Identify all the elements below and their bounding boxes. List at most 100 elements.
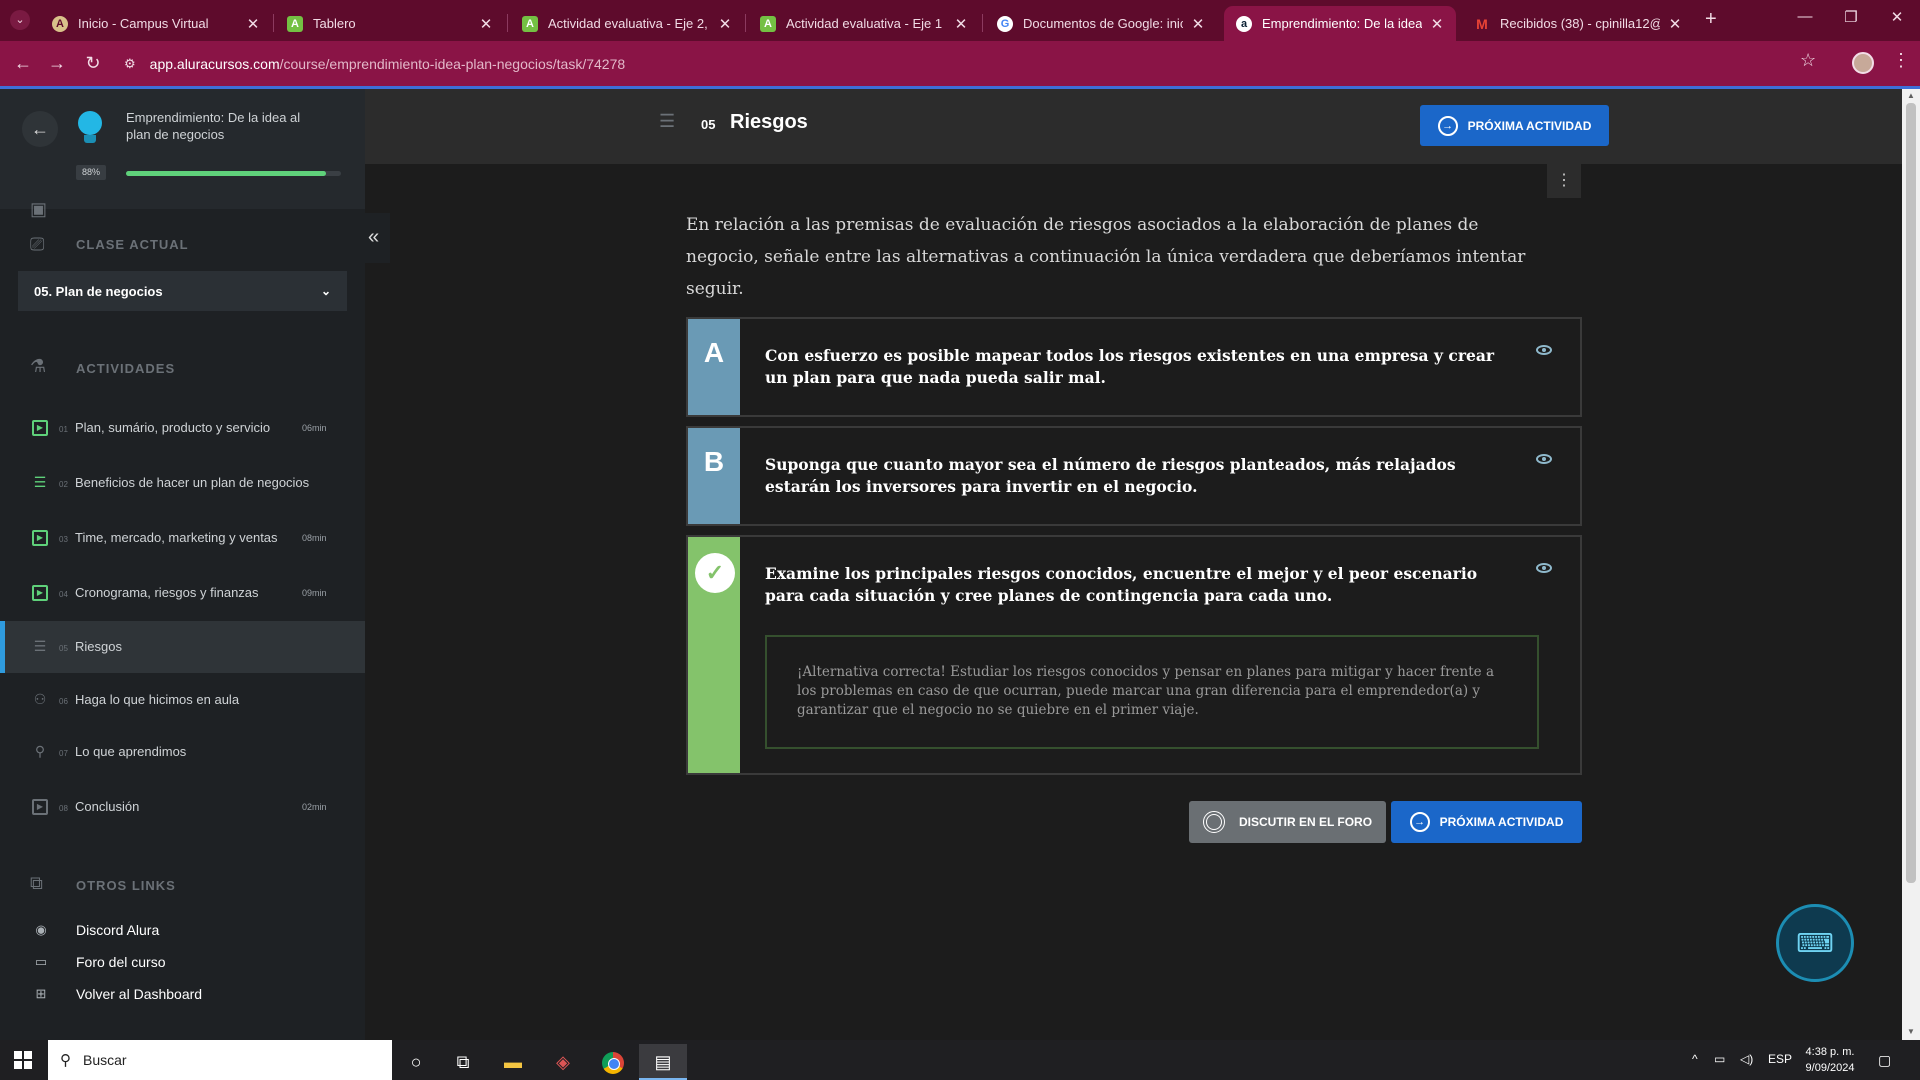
link-dashboard[interactable]: ⊞ Volver al Dashboard — [0, 983, 365, 1011]
tab-search-icon[interactable]: ⌄ — [10, 10, 30, 30]
activity-item[interactable]: ▶ 01 Plan, sumário, producto y servicio … — [0, 402, 365, 454]
windows-start-icon[interactable] — [14, 1051, 32, 1069]
list-icon: ☰ — [33, 638, 47, 654]
alternative-c-correct[interactable]: ✓ Examine los principales riesgos conoci… — [686, 535, 1582, 775]
browser-tab[interactable]: A Actividad evaluativa - Eje 2, Spe ✕ — [510, 6, 744, 41]
notifications-icon[interactable]: ▢ — [1878, 1052, 1891, 1069]
activity-item-selected[interactable]: ☰ 05 Riesgos — [0, 621, 365, 673]
checkmark-icon: ✓ — [695, 553, 735, 593]
file-explorer-icon[interactable]: ▬ — [489, 1044, 537, 1080]
close-icon[interactable]: ✕ — [1666, 15, 1684, 33]
close-icon[interactable]: ✕ — [1428, 15, 1446, 33]
tab-title: Tablero — [313, 16, 356, 31]
browser-tab[interactable]: G Documentos de Google: inicio d ✕ — [985, 6, 1217, 41]
scroll-thumb[interactable] — [1906, 103, 1916, 883]
browser-tab-active[interactable]: a Emprendimiento: De la idea al p ✕ — [1224, 6, 1456, 41]
close-icon[interactable]: ✕ — [952, 15, 970, 33]
new-tab-icon[interactable]: + — [1705, 8, 1717, 31]
bookmark-star-icon[interactable]: ☆ — [1800, 50, 1816, 71]
lightbulb-base — [84, 135, 96, 143]
more-options-icon[interactable]: ⋮ — [1547, 164, 1581, 198]
chevron-down-icon: ⌄ — [320, 284, 331, 298]
activity-label: Riesgos — [75, 639, 122, 654]
browser-tab[interactable]: A Actividad evaluativa - Eje 1 (par ✕ — [748, 6, 980, 41]
activity-duration: 08min — [302, 533, 327, 543]
window-close-icon[interactable]: ✕ — [1874, 8, 1920, 26]
alternative-letter: B — [688, 428, 740, 524]
network-icon[interactable]: ▭ — [1714, 1052, 1725, 1066]
close-icon[interactable]: ✕ — [244, 15, 262, 33]
address-bar[interactable]: ⚙ app.aluracursos.com/course/emprendimie… — [124, 48, 1824, 79]
activity-item[interactable]: ⚲ 07 Lo que aprendimos — [0, 726, 365, 778]
page-scrollbar[interactable]: ▲ ▼ — [1902, 89, 1920, 1040]
active-app-icon[interactable]: ▤ — [639, 1044, 687, 1080]
collapse-sidebar-icon[interactable]: « — [357, 213, 390, 263]
eye-icon[interactable] — [1536, 563, 1552, 573]
current-class-dropdown[interactable]: 05. Plan de negocios ⌄ — [18, 271, 347, 311]
profile-avatar[interactable] — [1852, 52, 1874, 74]
learned-icon: ⚲ — [34, 743, 46, 759]
browser-tab[interactable]: A Inicio - Campus Virtual ✕ — [40, 6, 272, 41]
system-clock[interactable]: 4:38 p. m. 9/09/2024 — [1800, 1044, 1860, 1076]
alternative-a[interactable]: A Con esfuerzo es posible mapear todos l… — [686, 317, 1582, 417]
vpn-app-icon[interactable]: ◈ — [539, 1044, 587, 1080]
task-view-icon[interactable]: ⧉ — [439, 1044, 487, 1080]
button-label: PRÓXIMA ACTIVIDAD — [1439, 815, 1564, 829]
activity-item[interactable]: ▶ 04 Cronograma, riesgos y finanzas 09mi… — [0, 567, 365, 619]
volume-icon[interactable]: ◁) — [1740, 1052, 1753, 1066]
activity-number: 02 — [59, 480, 68, 489]
scroll-down-icon[interactable]: ▼ — [1907, 1027, 1915, 1036]
alternative-b[interactable]: B Suponga que cuanto mayor sea el número… — [686, 426, 1582, 526]
browser-tab[interactable]: A Tablero ✕ — [275, 6, 505, 41]
reload-icon[interactable]: ↻ — [80, 50, 106, 76]
link-forum[interactable]: ▭ Foro del curso — [0, 951, 365, 979]
search-icon: ⚲ — [60, 1052, 71, 1069]
browser-tab[interactable]: M Recibidos (38) - cpinilla12@are ✕ — [1462, 6, 1694, 41]
activity-label: Lo que aprendimos — [75, 744, 187, 759]
chrome-icon[interactable] — [589, 1044, 637, 1080]
back-icon[interactable]: ← — [10, 50, 36, 76]
links-icon: ⧉ — [30, 873, 43, 893]
activity-item[interactable]: ⚇ 06 Haga lo que hicimos en aula — [0, 674, 365, 726]
dashboard-icon: ⊞ — [35, 986, 47, 1001]
current-class-label: 05. Plan de negocios — [34, 283, 163, 299]
activity-item[interactable]: ▶ 03 Time, mercado, marketing y ventas 0… — [0, 512, 365, 564]
restore-icon[interactable]: ❐ — [1828, 8, 1874, 26]
activity-item[interactable]: ▶ 08 Conclusión 02min — [0, 781, 365, 833]
arrow-circle-icon: → — [1437, 115, 1458, 136]
alternative-text: Con esfuerzo es posible mapear todos los… — [765, 346, 1495, 387]
minimize-icon[interactable]: — — [1782, 8, 1828, 25]
task-main: ☰ 05 Riesgos → PRÓXIMA ACTIVIDAD ⋮ En re… — [365, 89, 1902, 1040]
discuss-forum-button[interactable]: DISCUTIR EN EL FORO — [1189, 801, 1386, 843]
forward-icon[interactable]: → — [44, 50, 70, 76]
eye-icon[interactable] — [1536, 345, 1552, 355]
activity-item[interactable]: ☰ 02 Beneficios de hacer un plan de nego… — [0, 457, 365, 509]
browser-toolbar: ← → ↻ ⚙ app.aluracursos.com/course/empre… — [0, 41, 1920, 86]
taskbar-search[interactable]: ⚲ Buscar — [48, 1040, 392, 1080]
eye-icon[interactable] — [1536, 454, 1552, 464]
course-progress-bar — [126, 171, 341, 176]
tray-chevron-icon[interactable]: ^ — [1692, 1052, 1698, 1066]
chat-assistant-icon[interactable]: ⌨ — [1776, 904, 1854, 982]
practice-icon: ⚇ — [33, 691, 47, 707]
lightbulb-icon — [78, 111, 102, 135]
close-icon[interactable]: ✕ — [716, 15, 734, 33]
scroll-up-icon[interactable]: ▲ — [1907, 91, 1915, 100]
browser-menu-icon[interactable]: ⋮ — [1892, 50, 1910, 71]
next-activity-button[interactable]: → PRÓXIMA ACTIVIDAD — [1420, 105, 1609, 146]
language-indicator[interactable]: ESP — [1768, 1052, 1792, 1066]
page-title: Riesgos — [730, 111, 808, 133]
close-icon[interactable]: ✕ — [1189, 15, 1207, 33]
site-settings-icon[interactable]: ⚙ — [124, 56, 136, 72]
back-arrow-icon[interactable]: ← — [22, 111, 58, 147]
activity-number: 07 — [59, 749, 68, 758]
campus-icon: A — [52, 15, 68, 32]
activity-number: 01 — [59, 425, 68, 434]
link-discord[interactable]: ◉ Discord Alura — [0, 919, 365, 947]
cortana-icon[interactable]: ○ — [392, 1044, 440, 1080]
activity-number: 04 — [59, 590, 68, 599]
next-activity-button-bottom[interactable]: → PRÓXIMA ACTIVIDAD — [1391, 801, 1582, 843]
activity-number: 06 — [59, 697, 68, 706]
course-title[interactable]: Emprendimiento: De la idea al plan de ne… — [126, 109, 326, 143]
close-icon[interactable]: ✕ — [477, 15, 495, 33]
